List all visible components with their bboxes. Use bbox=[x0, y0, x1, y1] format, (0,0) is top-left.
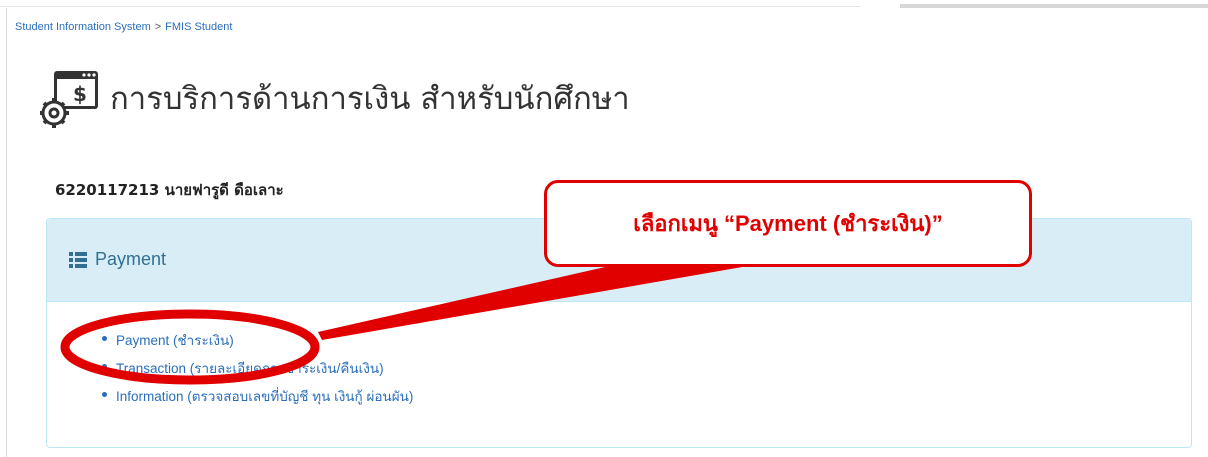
panel-title: Payment bbox=[95, 249, 167, 269]
breadcrumb-separator: > bbox=[154, 21, 162, 33]
breadcrumb-current[interactable]: FMIS Student bbox=[165, 21, 232, 33]
student-info: 6220117213 นายฟารูดี ดือเลาะ bbox=[55, 178, 284, 202]
finance-settings-icon: $ bbox=[40, 71, 98, 128]
instruction-callout: เลือกเมนู “Payment (ชำระเงิน)” bbox=[544, 180, 1032, 267]
page: Student Information System > FMIS Student … bbox=[0, 0, 1208, 457]
page-title: การบริการด้านการเงิน สำหรับนักศึกษา bbox=[110, 81, 630, 117]
list-icon bbox=[69, 252, 87, 268]
menu-link-information[interactable]: Information (ตรวจสอบเลขที่บัญชี ทุน เงิน… bbox=[116, 385, 413, 407]
breadcrumb: Student Information System > FMIS Student bbox=[15, 21, 232, 33]
bullet bbox=[102, 336, 107, 341]
student-name: นายฟารูดี ดือเลาะ bbox=[164, 181, 284, 199]
breadcrumb-root[interactable]: Student Information System bbox=[15, 21, 151, 33]
bullet bbox=[102, 392, 107, 397]
bullet bbox=[102, 364, 107, 369]
menu-link-payment[interactable]: Payment (ชำระเงิน) bbox=[116, 329, 234, 351]
top-rule bbox=[0, 6, 860, 7]
menu-link-transaction[interactable]: Transaction (รายละเอียดการชำระเงิน/คืนเง… bbox=[116, 357, 384, 379]
svg-text:$: $ bbox=[73, 82, 87, 106]
title-row: $ การบริการด้านการเงิน สำหรับนักศึกษา bbox=[40, 67, 940, 128]
callout-text: เลือกเมนู “Payment (ชำระเงิน)” bbox=[633, 211, 943, 236]
student-id: 6220117213 bbox=[55, 181, 160, 199]
